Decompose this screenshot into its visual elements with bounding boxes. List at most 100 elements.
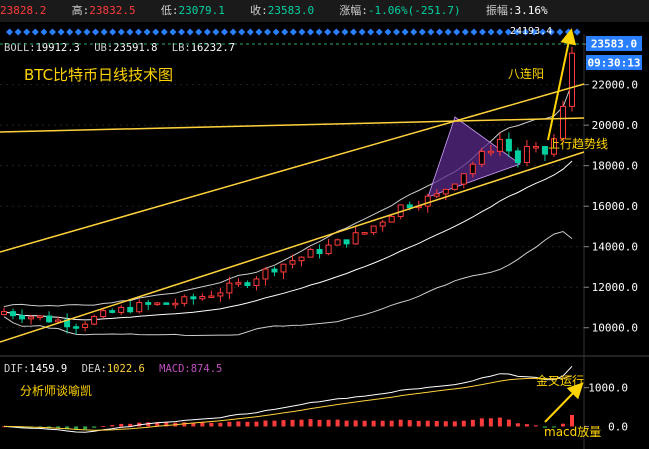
tick-diamond — [573, 28, 581, 36]
macd-bar — [506, 419, 511, 427]
tick-diamond — [31, 28, 39, 36]
candle-body — [190, 296, 197, 300]
macd-bar — [119, 423, 124, 427]
candle-body — [217, 292, 224, 297]
candle-body — [352, 232, 359, 245]
macd-bar — [416, 420, 421, 427]
candle-body — [226, 282, 233, 294]
candle-body — [541, 146, 548, 155]
price-header-bar: 23828.2 高:23832.5 低:23079.1 收:23583.0 涨幅… — [0, 0, 649, 22]
tick-diamond — [341, 28, 349, 36]
macd-bar — [461, 420, 466, 427]
candle-body — [442, 188, 449, 195]
macd-bar — [362, 420, 367, 427]
macd-tick-label: 1000.0 — [588, 382, 628, 395]
price-tick-label: 10000.0 — [592, 322, 638, 335]
rally-arrow — [547, 28, 577, 141]
macd-bar — [470, 419, 475, 427]
macd-bar — [317, 419, 322, 427]
tick-diamond-row — [6, 28, 581, 36]
price-axis: 10000.0 12000.0 14000.0 16000.0 18000.0 20000… — [584, 38, 638, 335]
btc-daily-chart[interactable]: BOLL:19912.3 UB:23591.8 LB:16232.7 BTC比特… — [0, 22, 649, 449]
candle-body — [514, 150, 521, 163]
tick-diamond — [143, 28, 151, 36]
candle-body — [307, 248, 314, 258]
macd-bar — [443, 421, 448, 427]
chart-title: BTC比特币日线技术图 — [24, 66, 173, 84]
candle-body — [433, 193, 440, 197]
price-tick-label: 16000.0 — [592, 200, 638, 213]
macd-histogram — [2, 414, 574, 430]
tick-diamond — [109, 28, 117, 36]
price-tick-label: 12000.0 — [592, 281, 638, 294]
macd-bar — [425, 420, 430, 427]
candle-body — [460, 173, 467, 185]
macd-bar — [200, 422, 205, 427]
candle-body — [424, 195, 431, 207]
amplitude-value: 3.16% — [514, 4, 548, 17]
tick-diamond — [92, 28, 99, 36]
tick-diamond — [289, 28, 297, 36]
candle-body — [370, 225, 377, 234]
tick-diamond — [203, 28, 211, 36]
macd-bar — [380, 420, 385, 427]
macd-bar — [497, 417, 502, 427]
tick-diamond — [453, 28, 461, 36]
tick-diamond — [74, 28, 82, 36]
tick-diamond — [135, 28, 142, 36]
candle-body — [82, 323, 89, 329]
candle-body — [208, 295, 215, 298]
tick-diamond — [496, 28, 504, 36]
tick-diamond — [40, 28, 48, 36]
candle-body — [316, 248, 323, 255]
macd-bar — [290, 419, 295, 427]
tick-diamond — [281, 28, 289, 36]
tick-diamond — [461, 28, 469, 36]
tick-diamond — [229, 28, 237, 36]
uptrend-label: 上行趋势线 — [548, 137, 608, 151]
macd-bar — [263, 420, 268, 427]
tick-diamond — [367, 28, 375, 36]
tick-diamond — [23, 28, 31, 36]
price-grid — [0, 43, 584, 329]
macd-bar — [245, 421, 250, 427]
macd-bar — [83, 426, 88, 430]
macd-bar — [335, 419, 340, 427]
resistance-line — [0, 117, 585, 133]
low-value: 23079.1 — [178, 4, 225, 17]
candle-body — [127, 306, 134, 313]
candle-body — [118, 306, 125, 313]
tick-diamond — [315, 28, 323, 36]
tick-diamond — [195, 28, 203, 36]
tick-diamond — [487, 28, 495, 36]
tick-diamond — [14, 28, 22, 36]
candle-body — [55, 319, 62, 323]
tick-diamond — [479, 28, 486, 36]
macd-bar — [299, 419, 304, 427]
candle-body — [262, 268, 269, 280]
tick-diamond — [358, 28, 366, 36]
tick-diamond — [255, 28, 263, 36]
last-price-text: 23583.0 — [591, 38, 637, 51]
candle-body — [235, 282, 242, 285]
macd-bar — [209, 422, 214, 427]
change-label: 涨幅: — [339, 4, 368, 17]
tick-diamond — [169, 28, 177, 36]
price-tick-label: 18000.0 — [592, 160, 638, 173]
macd-bar — [236, 421, 241, 427]
candle-body — [181, 296, 188, 304]
open-value: 23828.2 — [0, 4, 47, 17]
macd-bar — [398, 419, 403, 427]
candle-body — [73, 326, 80, 329]
high-label: 高: — [71, 4, 90, 17]
candle-body — [253, 278, 260, 286]
candle-body — [280, 263, 287, 273]
macd-bar — [281, 420, 286, 427]
tick-diamond — [418, 28, 426, 36]
macd-bar — [515, 423, 520, 427]
candle-body — [496, 138, 503, 152]
tick-diamond — [238, 28, 246, 36]
macd-bar — [488, 418, 493, 427]
change-value: -1.06%(-251.7) — [367, 4, 461, 17]
candle-body — [46, 315, 53, 323]
